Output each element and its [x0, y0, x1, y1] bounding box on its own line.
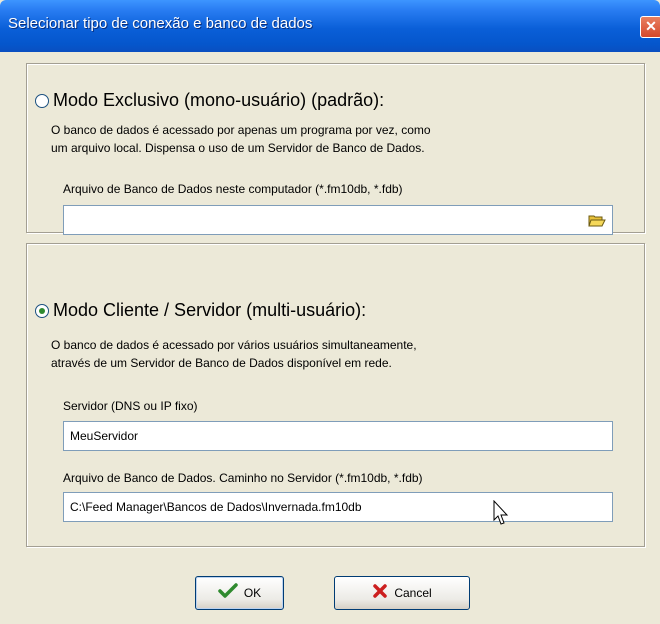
- server-input[interactable]: MeuServidor: [63, 421, 613, 451]
- window-title: Selecionar tipo de conexão e banco de da…: [8, 15, 313, 32]
- cancel-label: Cancel: [394, 586, 432, 600]
- server-value: MeuServidor: [70, 429, 139, 443]
- client-server-mode-description: O banco de dados é acessado por vários u…: [51, 336, 417, 372]
- exclusive-mode-description: O banco de dados é acessado por apenas u…: [51, 121, 431, 157]
- client-server-mode-option[interactable]: Modo Cliente / Servidor (multi-usuário):: [35, 300, 366, 321]
- exclusive-mode-label: Modo Exclusivo (mono-usuário) (padrão):: [53, 90, 385, 110]
- client-server-mode-label: Modo Cliente / Servidor (multi-usuário):: [53, 300, 367, 320]
- client-server-desc-line1: O banco de dados é acessado por vários u…: [51, 338, 417, 352]
- server-file-label: Arquivo de Banco de Dados. Caminho no Se…: [63, 471, 423, 485]
- server-file-input[interactable]: C:\Feed Manager\Bancos de Dados\Invernad…: [63, 492, 613, 522]
- exclusive-desc-line2: um arquivo local. Dispensa o uso de um S…: [51, 141, 425, 155]
- exclusive-file-input[interactable]: [63, 205, 613, 235]
- title-bar[interactable]: Selecionar tipo de conexão e banco de da…: [0, 0, 660, 52]
- checkmark-icon: [218, 582, 238, 604]
- exclusive-file-label: Arquivo de Banco de Dados neste computad…: [63, 182, 403, 196]
- ok-label: OK: [243, 586, 262, 600]
- x-icon: [372, 583, 388, 604]
- cancel-button[interactable]: Cancel: [334, 576, 470, 610]
- exclusive-desc-line1: O banco de dados é acessado por apenas u…: [51, 123, 431, 137]
- open-folder-icon[interactable]: [588, 211, 606, 229]
- exclusive-mode-group: Modo Exclusivo (mono-usuário) (padrão): …: [26, 63, 645, 235]
- exclusive-mode-option[interactable]: Modo Exclusivo (mono-usuário) (padrão):: [35, 90, 384, 111]
- dialog-window: Selecionar tipo de conexão e banco de da…: [0, 0, 660, 624]
- exclusive-mode-radio[interactable]: [35, 93, 49, 108]
- mouse-pointer-icon: [493, 499, 509, 531]
- server-label: Servidor (DNS ou IP fixo): [63, 399, 198, 413]
- close-button[interactable]: ✕: [640, 16, 660, 38]
- client-server-mode-radio[interactable]: [35, 303, 49, 318]
- client-server-desc-line2: através de um Servidor de Banco de Dados…: [51, 356, 392, 370]
- server-file-value: C:\Feed Manager\Bancos de Dados\Invernad…: [70, 500, 362, 514]
- close-icon: ✕: [645, 18, 657, 34]
- ok-button[interactable]: OK: [195, 576, 284, 610]
- client-server-mode-group: Modo Cliente / Servidor (multi-usuário):…: [26, 243, 645, 547]
